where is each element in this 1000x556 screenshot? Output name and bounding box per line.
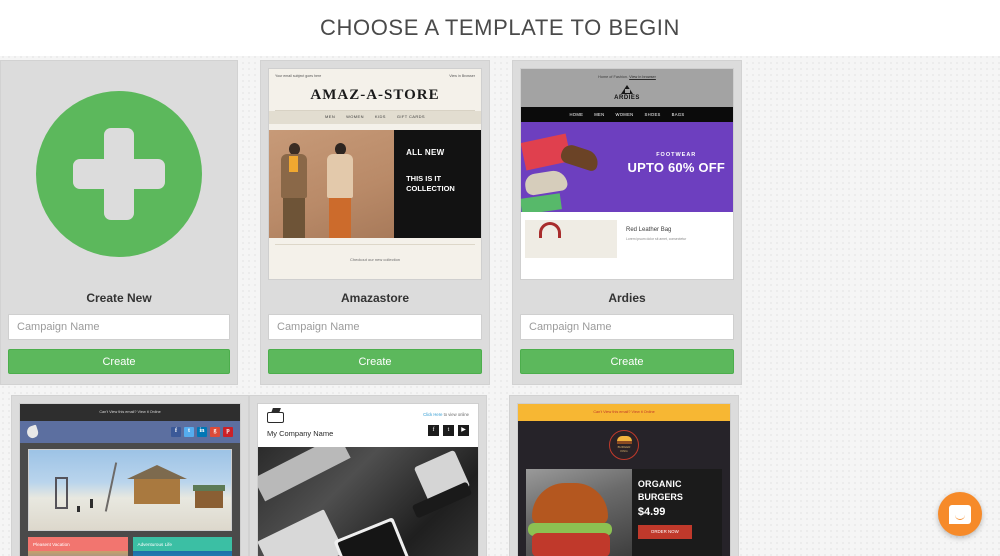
ard-product-image xyxy=(525,219,617,258)
ard-hero-kicker: FOOTWEAR xyxy=(656,151,697,158)
ard-brand: ARDIES xyxy=(614,94,640,101)
card-title: Ardies xyxy=(608,291,646,305)
amz-logo: AMAZ-A-STORE xyxy=(310,87,440,104)
ard-hero: FOOTWEAR UPTO 60% OFF xyxy=(521,121,733,212)
linkedin-icon: in xyxy=(197,426,207,437)
ard-nav-item: SHOES xyxy=(644,111,661,117)
bgr-order-now-button: ORDER NOW xyxy=(637,525,692,539)
ard-hero-headline: UPTO 60% OFF xyxy=(627,160,725,176)
ard-nav-item: BAGS xyxy=(671,111,685,117)
amz-hero-line2: THIS IS IT xyxy=(406,173,442,183)
ard-nav-item: MEN xyxy=(594,111,605,117)
company-logo-icon xyxy=(267,412,284,423)
twitter-icon: t xyxy=(184,426,194,437)
bgr-hero-line1: ORGANIC xyxy=(637,478,682,489)
youtube-icon: ▶ xyxy=(458,425,469,437)
page-header: CHOOSE A TEMPLATE TO BEGIN xyxy=(0,0,1000,56)
cmp-company-name: My Company Name xyxy=(267,429,334,438)
page-title: CHOOSE A TEMPLATE TO BEGIN xyxy=(320,15,680,40)
amz-hero: ALL NEW THIS IS IT COLLECTION xyxy=(269,130,481,239)
template-grid: Create New Create Your email subject goe… xyxy=(0,56,1000,556)
ardies-triangle-logo-icon xyxy=(621,84,633,94)
blk-card-1-title: Pleasent Vacation xyxy=(28,536,128,552)
blk-hero-photo xyxy=(28,448,232,531)
amz-hero-photo xyxy=(269,130,395,239)
template-card-blocks[interactable]: Can't View this email? View it Online f … xyxy=(11,395,249,556)
bird-logo-icon xyxy=(25,424,40,439)
template-card-company[interactable]: My Company Name Click Here to view onlin… xyxy=(249,395,487,556)
twitter-icon: t xyxy=(443,425,454,437)
ard-nav: HOME MEN WOMEN SHOES BAGS xyxy=(521,106,733,122)
card-title: Create New xyxy=(86,291,152,305)
bgr-hero-photo xyxy=(526,468,632,556)
campaign-name-input[interactable] xyxy=(8,314,230,340)
facebook-icon: f xyxy=(171,426,181,437)
template-preview-blocks: Can't View this email? View it Online f … xyxy=(19,403,241,556)
amz-nav-item: WOMEN xyxy=(346,114,364,120)
template-preview-burger: Can't View this email? View it Online BU… xyxy=(517,403,731,556)
template-card-ardies[interactable]: Home of Fashion. View in browser ARDIES … xyxy=(512,60,742,385)
chat-launcher-button[interactable] xyxy=(938,492,982,536)
bgr-hero-line2: BURGERS xyxy=(637,492,683,503)
template-card-create-new[interactable]: Create New Create xyxy=(0,60,238,385)
cmp-view-online: to view online xyxy=(442,412,469,417)
plus-icon xyxy=(36,91,202,257)
create-button[interactable]: Create xyxy=(268,349,482,374)
campaign-name-input[interactable] xyxy=(268,314,482,340)
blk-card-1: Pleasent Vacation xyxy=(28,536,128,556)
amz-hero-line3: COLLECTION xyxy=(406,183,455,193)
amz-nav-item: KIDS xyxy=(374,114,386,120)
ard-nav-item: HOME xyxy=(569,111,584,117)
amz-nav-item: GIFT CARDS xyxy=(396,114,425,120)
template-preview-ardies: Home of Fashion. View in browser ARDIES … xyxy=(520,68,734,280)
divider xyxy=(275,244,475,246)
cmp-hero-photo xyxy=(258,447,478,556)
chat-bubble-icon xyxy=(949,504,971,524)
amz-view-link: View in Browser xyxy=(449,74,475,78)
ard-product-title: Red Leather Bag xyxy=(626,226,672,233)
bgr-online-link: Online xyxy=(643,410,655,414)
amz-hero-text: ALL NEW THIS IS IT COLLECTION xyxy=(394,130,481,239)
create-button[interactable]: Create xyxy=(8,349,230,374)
bgr-view-online: Can't View this email? View it xyxy=(593,410,644,414)
amz-nav: MEN WOMEN KIDS GIFT CARDS xyxy=(269,111,481,125)
ard-tagline: Home of Fashion. xyxy=(598,75,629,79)
amz-hero-line1: ALL NEW xyxy=(406,148,445,158)
campaign-name-input[interactable] xyxy=(520,314,734,340)
amz-subject: Your email subject goes here xyxy=(275,74,322,78)
facebook-icon: f xyxy=(428,425,439,437)
ard-product-desc: Lorem ipsum dolor sit amet, consectetur xyxy=(626,236,687,241)
burger-logo-icon: BURGER KING xyxy=(609,429,639,460)
create-new-artwork xyxy=(8,68,230,280)
bgr-logo-line2: KING xyxy=(620,448,628,453)
blk-card-2: Adventurous Life xyxy=(132,536,232,556)
pinterest-icon: p xyxy=(223,426,233,437)
create-button[interactable]: Create xyxy=(520,349,734,374)
bgr-hero-price: $4.99 xyxy=(637,506,666,519)
googleplus-icon: g xyxy=(210,426,220,437)
amz-footer-text: Checkout our new collection xyxy=(349,257,401,263)
amz-nav-item: MEN xyxy=(325,114,336,120)
blk-view-online: Can't View this email? View it Online xyxy=(20,404,240,421)
blk-card-2-title: Adventurous Life xyxy=(132,536,232,552)
cmp-click-here: Click Here xyxy=(423,412,443,417)
ard-nav-item: WOMEN xyxy=(615,111,634,117)
card-title: Amazastore xyxy=(340,291,410,305)
template-preview-company: My Company Name Click Here to view onlin… xyxy=(257,403,479,556)
template-preview-amazastore: Your email subject goes here View in Bro… xyxy=(268,68,482,280)
template-card-amazastore[interactable]: Your email subject goes here View in Bro… xyxy=(260,60,490,385)
ard-view-link: View in browser xyxy=(629,75,656,79)
template-card-burger[interactable]: Can't View this email? View it Online BU… xyxy=(509,395,739,556)
